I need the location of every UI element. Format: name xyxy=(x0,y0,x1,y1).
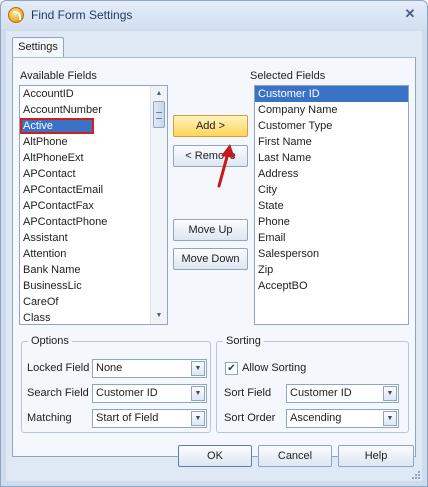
locked-field-label: Locked Field xyxy=(27,362,90,374)
selected-list-item[interactable]: City xyxy=(255,182,408,198)
available-list-item[interactable]: BusinessLic xyxy=(20,278,167,294)
available-list-item[interactable]: AccountNumber xyxy=(20,102,167,118)
selected-list-item[interactable]: Customer Type xyxy=(255,118,408,134)
app-icon xyxy=(8,7,24,23)
available-list-item[interactable]: Bank Name xyxy=(20,262,167,278)
search-field-label: Search Field xyxy=(27,387,89,399)
matching-label: Matching xyxy=(27,412,72,424)
chevron-down-icon[interactable]: ▼ xyxy=(191,361,205,376)
matching-select[interactable]: Start of Field ▼ xyxy=(92,409,207,428)
sort-order-label: Sort Order xyxy=(224,412,276,424)
locked-field-select[interactable]: None ▼ xyxy=(92,359,207,378)
available-list-item[interactable]: Class xyxy=(20,310,167,324)
settings-panel: Available Fields AccountID AccountNumber A… xyxy=(12,57,416,457)
scroll-down-icon[interactable]: ▼ xyxy=(151,309,167,323)
available-list-item[interactable]: APContact xyxy=(20,166,167,182)
red-arrow-icon xyxy=(217,144,235,188)
available-fields-label: Available Fields xyxy=(20,70,97,82)
sorting-group: Sorting ✔ Allow Sorting Sort Field Custo… xyxy=(216,335,409,433)
available-list-item[interactable]: Attention xyxy=(20,246,167,262)
scroll-thumb[interactable] xyxy=(153,101,165,128)
selected-list-item[interactable]: First Name xyxy=(255,134,408,150)
options-title: Options xyxy=(28,335,72,347)
sort-field-select[interactable]: Customer ID ▼ xyxy=(286,384,399,403)
sort-field-value: Customer ID xyxy=(290,387,352,399)
selected-list-item[interactable]: Address xyxy=(255,166,408,182)
selected-list-item[interactable]: Zip xyxy=(255,262,408,278)
available-list-item[interactable]: CareOf xyxy=(20,294,167,310)
scroll-up-icon[interactable]: ▲ xyxy=(151,87,167,101)
sort-order-select[interactable]: Ascending ▼ xyxy=(286,409,399,428)
available-scrollbar[interactable]: ▲ ▼ xyxy=(150,86,167,324)
selected-items: Customer ID Company Name Customer Type Firs… xyxy=(255,86,408,294)
available-list-item[interactable]: AccountID xyxy=(20,86,167,102)
available-list-item[interactable]: Active xyxy=(20,118,94,134)
chevron-down-icon[interactable]: ▼ xyxy=(191,386,205,401)
selected-fields-list[interactable]: Customer ID Company Name Customer Type Firs… xyxy=(254,85,409,325)
selected-list-item[interactable]: Phone xyxy=(255,214,408,230)
add-button[interactable]: Add > xyxy=(173,115,248,137)
resize-grip-icon[interactable] xyxy=(412,471,420,479)
sort-order-value: Ascending xyxy=(290,412,342,424)
available-list-item[interactable]: AltPhoneExt xyxy=(20,150,167,166)
options-group: Options Locked Field None ▼ Search Field… xyxy=(21,335,211,433)
cancel-button[interactable]: Cancel xyxy=(258,445,332,467)
available-fields-list[interactable]: AccountID AccountNumber Active AltPhone AltP… xyxy=(19,85,168,325)
search-field-value: Customer ID xyxy=(96,387,158,399)
selected-list-item[interactable]: Email xyxy=(255,230,408,246)
available-list-item[interactable]: AltPhone xyxy=(20,134,167,150)
window-title: Find Form Settings xyxy=(31,8,133,22)
close-icon[interactable]: ✕ xyxy=(401,6,419,23)
sort-field-label: Sort Field xyxy=(224,387,272,399)
selected-list-item[interactable]: Last Name xyxy=(255,150,408,166)
locked-field-value: None xyxy=(96,362,123,374)
available-list-item[interactable]: APContactPhone xyxy=(20,214,167,230)
selected-list-item[interactable]: Customer ID xyxy=(255,86,408,102)
dialog-window: Find Form Settings ✕ Settings Available … xyxy=(0,0,428,487)
help-button[interactable]: Help xyxy=(338,445,414,467)
selected-fields-label: Selected Fields xyxy=(250,70,326,82)
allow-sorting-label[interactable]: Allow Sorting xyxy=(242,362,306,374)
selected-list-item[interactable]: Company Name xyxy=(255,102,408,118)
selected-list-item[interactable]: AcceptBO xyxy=(255,278,408,294)
available-list-item[interactable]: APContactEmail xyxy=(20,182,167,198)
title-bar[interactable]: Find Form Settings ✕ xyxy=(1,1,427,29)
available-list-item[interactable]: Assistant xyxy=(20,230,167,246)
allow-sorting-checkbox[interactable]: ✔ xyxy=(225,362,238,375)
sorting-title: Sorting xyxy=(223,335,264,347)
matching-value: Start of Field xyxy=(96,412,159,424)
chevron-down-icon[interactable]: ▼ xyxy=(383,411,397,426)
selected-list-item[interactable]: Salesperson xyxy=(255,246,408,262)
available-items: AccountID AccountNumber Active AltPhone AltP… xyxy=(20,86,167,324)
tab-settings[interactable]: Settings xyxy=(12,37,64,58)
ok-button[interactable]: OK xyxy=(178,445,252,467)
selected-list-item[interactable]: State xyxy=(255,198,408,214)
dialog-client: Settings Available Fields AccountID Accou… xyxy=(6,31,422,481)
search-field-select[interactable]: Customer ID ▼ xyxy=(92,384,207,403)
move-up-button[interactable]: Move Up xyxy=(173,219,248,241)
move-down-button[interactable]: Move Down xyxy=(173,248,248,270)
chevron-down-icon[interactable]: ▼ xyxy=(383,386,397,401)
chevron-down-icon[interactable]: ▼ xyxy=(191,411,205,426)
available-list-item[interactable]: APContactFax xyxy=(20,198,167,214)
